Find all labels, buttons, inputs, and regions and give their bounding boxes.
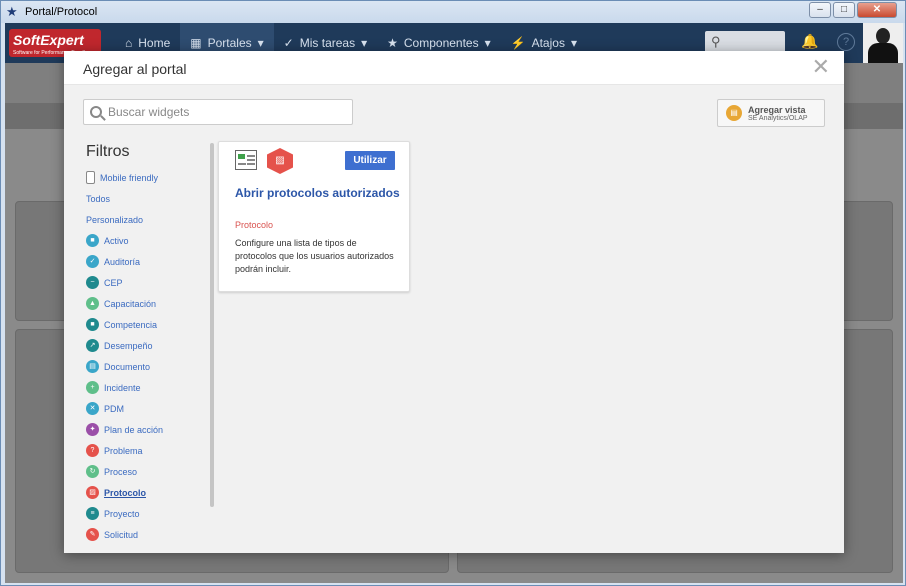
minimize-button[interactable]: – <box>809 2 831 18</box>
pdm-icon: ✕ <box>86 402 99 415</box>
nav-componentes-label: Componentes <box>403 36 479 50</box>
chevron-down-icon: ▾ <box>484 36 491 50</box>
close-icon[interactable]: ✕ <box>812 56 830 78</box>
add-view-title: Agregar vista <box>748 104 806 115</box>
lightning-icon: ⚡ <box>510 36 526 50</box>
use-widget-button[interactable]: Utilizar <box>345 151 395 170</box>
filter-plan-de-accion[interactable]: ✦ Plan de acción <box>86 419 214 440</box>
add-view-button[interactable]: ▤ Agregar vista SE Analytics/OLAP <box>717 99 825 127</box>
home-icon: ⌂ <box>125 36 133 50</box>
proyecto-icon: ≡ <box>86 507 99 520</box>
competencia-icon: ■ <box>86 318 99 331</box>
chevron-down-icon: ▾ <box>257 36 264 50</box>
auditoria-icon: ✓ <box>86 255 99 268</box>
cep-icon: ~ <box>86 276 99 289</box>
nav-atajos-label: Atajos <box>531 36 565 50</box>
maximize-button[interactable]: □ <box>833 2 855 18</box>
filter-todos[interactable]: Todos <box>86 188 214 209</box>
dialog-body: Buscar widgets ▤ Agregar vista SE Analyt… <box>64 85 844 553</box>
widget-category: Protocolo <box>235 220 274 230</box>
app-content: SoftExpert Software for Performance Exce… <box>5 23 903 583</box>
help-icon[interactable]: ? <box>837 33 855 51</box>
solicitud-icon: ✎ <box>86 528 99 541</box>
search-icon <box>90 106 102 118</box>
documento-icon: ▤ <box>86 360 99 373</box>
analytics-icon: ▤ <box>726 105 742 121</box>
filters-scrollbar[interactable] <box>210 143 214 507</box>
filter-incidente[interactable]: + Incidente <box>86 377 214 398</box>
proceso-icon: ↻ <box>86 465 99 478</box>
avatar[interactable] <box>863 23 903 63</box>
filter-pdm[interactable]: ✕ PDM <box>86 398 214 419</box>
dialog-title: Agregar al portal <box>83 61 187 77</box>
chevron-down-icon: ▾ <box>361 36 368 50</box>
trophy-icon: ★ <box>387 36 398 50</box>
chevron-down-icon: ▾ <box>570 36 577 50</box>
problema-icon: ? <box>86 444 99 457</box>
filter-documento[interactable]: ▤ Documento <box>86 356 214 377</box>
filters-title: Filtros <box>86 143 130 160</box>
nav-portales-label: Portales <box>207 36 252 50</box>
protocol-folder-icon: ▨ <box>267 148 293 174</box>
filter-auditoria[interactable]: ✓ Auditoría <box>86 251 214 272</box>
capacitacion-icon: ▲ <box>86 297 99 310</box>
nav-search-input[interactable]: ⚲ <box>705 31 785 53</box>
plan-icon: ✦ <box>86 423 99 436</box>
bell-icon[interactable]: 🔔 <box>801 33 818 50</box>
filter-solicitud[interactable]: ✎ Solicitud <box>86 524 214 545</box>
nav-home-label: Home <box>138 36 171 50</box>
incidente-icon: + <box>86 381 99 394</box>
list-widget-icon <box>235 150 257 170</box>
filter-personalizado[interactable]: Personalizado <box>86 209 214 230</box>
window-titlebar: ★ Portal/Protocol – □ ✕ <box>1 1 905 23</box>
widget-title: Abrir protocolos autorizados <box>235 186 400 200</box>
widget-card[interactable]: ▨ Utilizar Abrir protocolos autorizados … <box>218 141 410 292</box>
filter-proyecto[interactable]: ≡ Proyecto <box>86 503 214 524</box>
filter-competencia[interactable]: ■ Competencia <box>86 314 214 335</box>
filter-desempeno[interactable]: ↗ Desempeño <box>86 335 214 356</box>
logo-text: SoftExpert <box>13 32 84 48</box>
filters-panel: Filtros Mobile friendly Todos Personaliz… <box>86 143 214 553</box>
nav-mis-tareas-label: Mis tareas <box>299 36 356 50</box>
filter-problema[interactable]: ? Problema <box>86 440 214 461</box>
add-view-subtitle: SE Analytics/OLAP <box>748 114 808 122</box>
widget-description: Configure una lista de tipos de protocol… <box>235 238 394 274</box>
widget-search-input[interactable]: Buscar widgets <box>83 99 353 125</box>
filter-proceso[interactable]: ↻ Proceso <box>86 461 214 482</box>
protocolo-icon: ▨ <box>86 486 99 499</box>
dialog-header: Agregar al portal ✕ <box>64 51 844 85</box>
trophy-icon: ★ <box>6 4 18 19</box>
grid-icon: ▦ <box>190 36 202 50</box>
check-icon: ✓ <box>283 36 294 50</box>
app-window: ★ Portal/Protocol – □ ✕ SoftExpert Softw… <box>0 0 906 586</box>
search-placeholder: Buscar widgets <box>108 105 190 119</box>
mobile-icon <box>86 171 95 184</box>
activo-icon: ■ <box>86 234 99 247</box>
filter-cep[interactable]: ~ CEP <box>86 272 214 293</box>
filter-activo[interactable]: ■ Activo <box>86 230 214 251</box>
filter-capacitacion[interactable]: ▲ Capacitación <box>86 293 214 314</box>
search-icon: ⚲ <box>711 34 721 49</box>
filter-mobile-friendly[interactable]: Mobile friendly <box>86 167 214 188</box>
desempeno-icon: ↗ <box>86 339 99 352</box>
filter-protocolo[interactable]: ▨ Protocolo <box>86 482 214 503</box>
close-window-button[interactable]: ✕ <box>857 2 897 18</box>
add-to-portal-dialog: Agregar al portal ✕ Buscar widgets ▤ Agr… <box>64 51 844 553</box>
window-title: Portal/Protocol <box>25 6 98 18</box>
